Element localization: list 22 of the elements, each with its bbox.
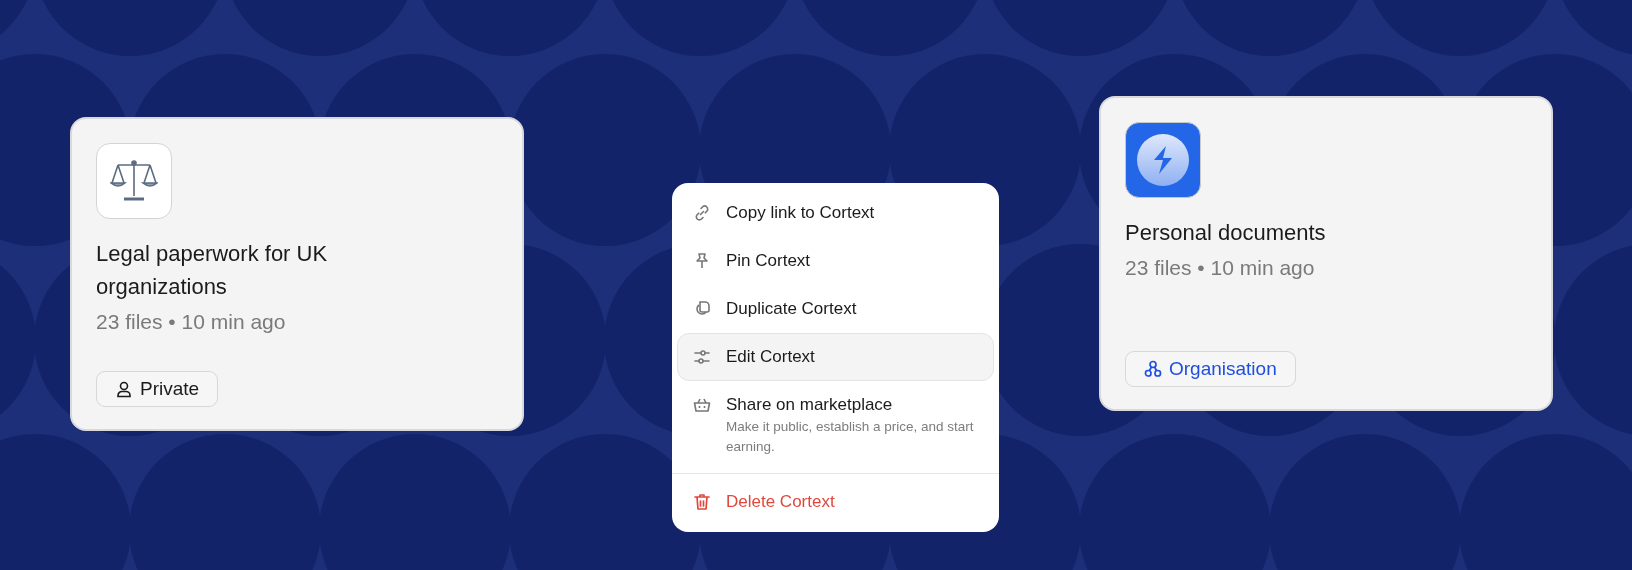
card-meta: 23 files • 10 min ago bbox=[1125, 255, 1315, 281]
menu-item-description: Make it public, establish a price, and start earning. bbox=[726, 418, 975, 456]
menu-item[interactable]: Pin Cortext bbox=[677, 237, 994, 285]
menu-item-label: Share on marketplace bbox=[726, 394, 894, 416]
lightning-app-icon bbox=[1125, 122, 1201, 198]
menu-item[interactable]: Delete Cortext bbox=[677, 478, 994, 526]
organisation-button[interactable]: Organisation bbox=[1125, 351, 1296, 387]
visibility-button[interactable]: Private bbox=[96, 371, 219, 407]
group-icon bbox=[1144, 360, 1162, 378]
menu-item[interactable]: Share on marketplace Make it public, establish a price, and start earning. bbox=[677, 381, 994, 469]
sliders-icon bbox=[692, 347, 712, 367]
card-meta: 23 files • 10 min ago bbox=[96, 309, 286, 335]
document-card[interactable]: Legal paperwork for UK organizations 23 files • 10 min ago Private bbox=[70, 117, 524, 431]
card-title: Personal documents bbox=[1125, 219, 1326, 247]
person-icon bbox=[115, 380, 133, 398]
document-card[interactable]: Personal documents 23 files • 10 min ago Organisation bbox=[1099, 96, 1553, 411]
menu-item[interactable]: Edit Cortext bbox=[677, 333, 994, 381]
menu-item[interactable]: Copy link to Cortext bbox=[677, 189, 994, 237]
scales-icon bbox=[96, 143, 172, 219]
trash-icon bbox=[692, 492, 712, 512]
menu-item[interactable]: Duplicate Cortext bbox=[677, 285, 994, 333]
card-title: Legal paperwork for UK organizations bbox=[96, 240, 329, 301]
